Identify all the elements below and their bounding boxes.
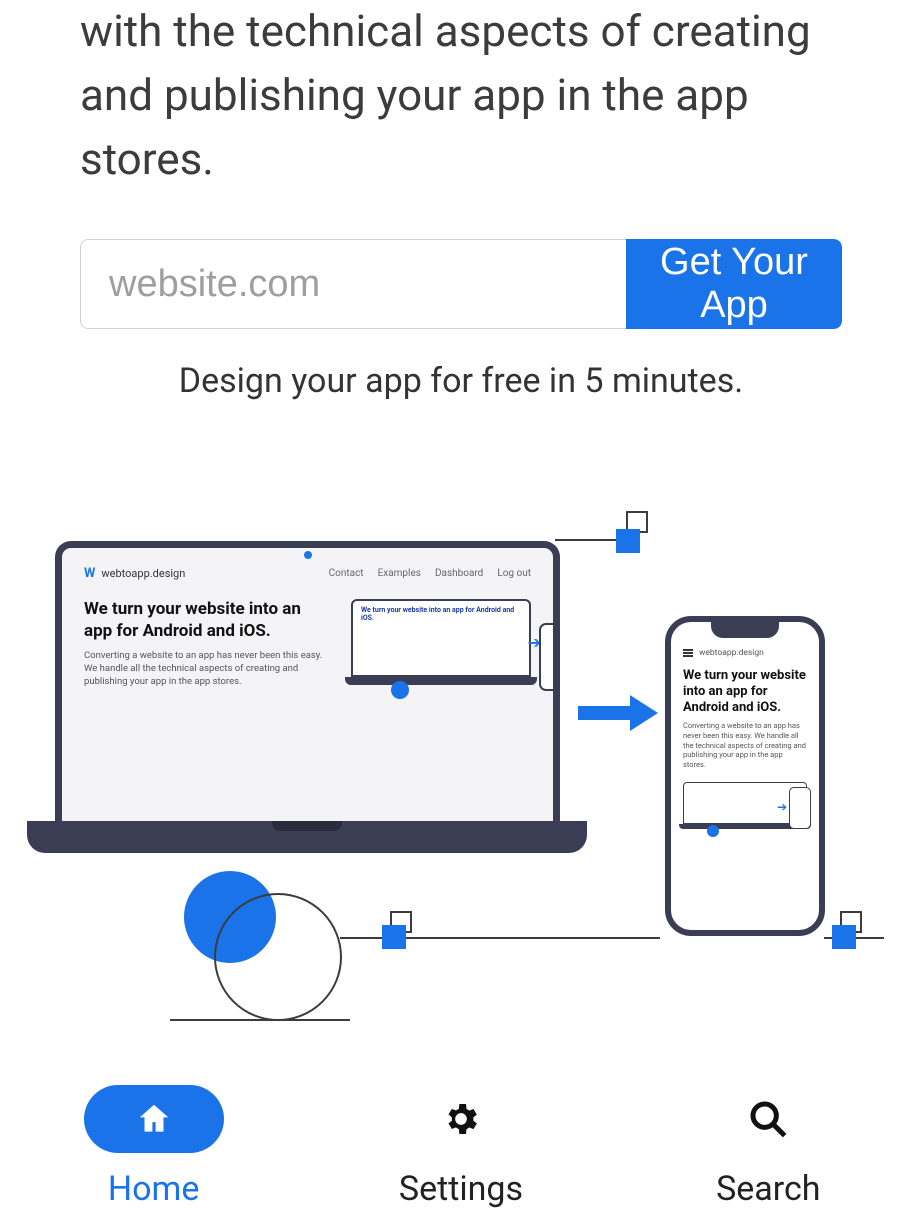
laptop-mockup: W webtoapp.design Contact Examples Dashb… [55,541,560,853]
site-top-nav: Contact Examples Dashboard Log out [329,568,531,579]
site-body-text: Converting a website to an app has never… [84,650,333,688]
home-icon [134,1099,174,1139]
gear-icon [441,1099,481,1139]
nav-label: Settings [399,1169,523,1209]
phone-headline: We turn your website into an app for And… [683,668,807,715]
nav-logout: Log out [497,568,531,579]
brand-logo-icon: W [84,566,95,581]
nav-home[interactable]: Home [0,1062,307,1232]
phone-mockup: webtoapp.design We turn your website int… [665,616,825,936]
nav-search[interactable]: Search [615,1062,922,1232]
nav-examples: Examples [378,568,421,579]
nav-label: Search [716,1169,820,1209]
hero-subline: Design your app for free in 5 minutes. [80,361,842,401]
brand: W webtoapp.design [84,566,185,581]
bottom-navigation: Home Settings Search [0,1062,922,1232]
website-url-input[interactable] [80,239,626,329]
search-icon [748,1099,788,1139]
hamburger-icon [683,649,693,657]
phone-body-text: Converting a website to an app has never… [683,721,807,770]
mini-illustration: We turn your website into an app for And… [351,599,531,685]
hero-lead-text: with the technical aspects of creating a… [80,0,842,191]
nav-settings[interactable]: Settings [307,1062,614,1232]
get-your-app-button[interactable]: Get Your App [626,239,842,329]
nav-dashboard: Dashboard [435,568,483,579]
arrow-right-icon: ➔ [777,800,787,814]
decorative-circle-outline [214,893,342,1021]
arrow-right-icon [578,695,658,731]
url-input-row: Get Your App [80,239,842,329]
brand-name: webtoapp.design [101,567,185,580]
site-headline: We turn your website into an app for And… [84,599,333,642]
phone-brand-name: webtoapp.design [699,648,764,658]
hero-illustration: W webtoapp.design Contact Examples Dashb… [0,521,922,1041]
nav-contact: Contact [329,568,364,579]
nav-label: Home [108,1169,200,1209]
